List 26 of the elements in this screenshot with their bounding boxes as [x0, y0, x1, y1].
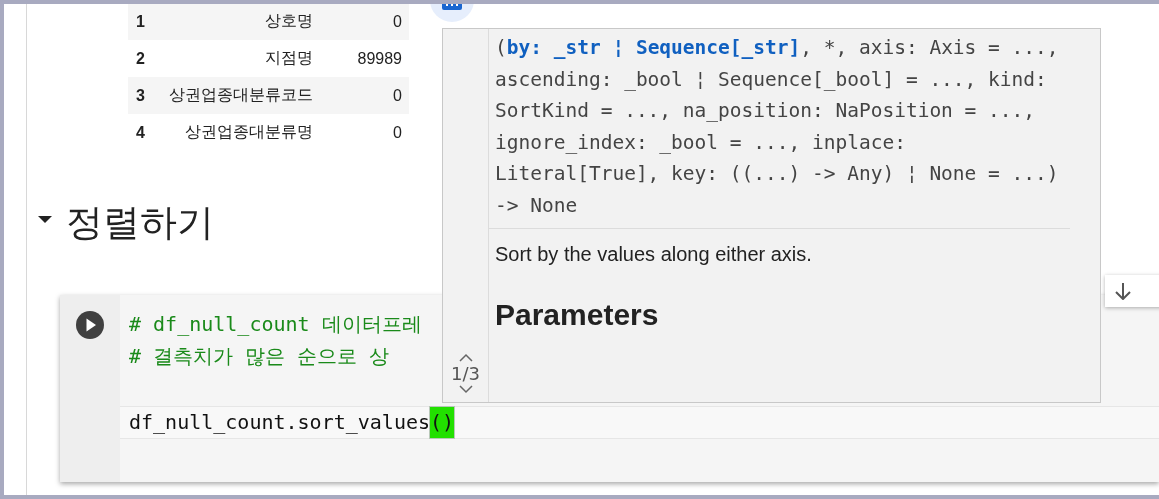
table-cell-text: 0 — [392, 12, 403, 31]
table-cell-text: 상권업종대분류코드 — [168, 85, 313, 105]
table-cell-text: 상권업종대분류명 — [184, 122, 313, 142]
row-index: 2 — [135, 49, 146, 68]
table-cell-text: 0 — [392, 86, 403, 105]
code-line: df_null_count.sort_values — [129, 409, 431, 434]
bracket-highlight: () — [430, 406, 455, 438]
caret-down-icon[interactable] — [457, 384, 474, 394]
doc-heading: Parameters — [494, 297, 660, 332]
row-index: 3 — [135, 86, 146, 105]
run-button[interactable] — [76, 311, 104, 339]
doc-description: Sort by the values along either axis. — [494, 242, 813, 266]
function-signature: (by: _str ¦ Sequence[_str], *, axis: Axis = ..., ascending: _bool ¦ Sequence[_bool] = ..., kind: SortKind = ..., na_position: NaPosition = ..., ignore_index: _bool = ..., inplace: Literal[True], key: ((...) -> Any) ¦ None = ...) -> None — [489, 29, 1071, 229]
caret-up-icon[interactable] — [457, 353, 474, 363]
code-comment: # df_null_count 데이터프레 — [128, 311, 422, 338]
chart-icon[interactable] — [430, 4, 474, 24]
page-counter: 1/3 — [451, 363, 480, 384]
move-down-icon[interactable] — [1114, 282, 1132, 300]
section-heading: 정렬하기 — [66, 200, 214, 246]
table-cell-text: 지점명 — [264, 48, 313, 68]
row-index: 4 — [135, 123, 146, 142]
table-cell-text: 89989 — [356, 49, 403, 68]
table-cell-text: 0 — [392, 123, 403, 142]
table-cell-text: 상호명 — [264, 11, 313, 31]
row-index: 1 — [135, 12, 146, 31]
code-comment: # 결측치가 많은 순으로 상 — [128, 342, 390, 370]
